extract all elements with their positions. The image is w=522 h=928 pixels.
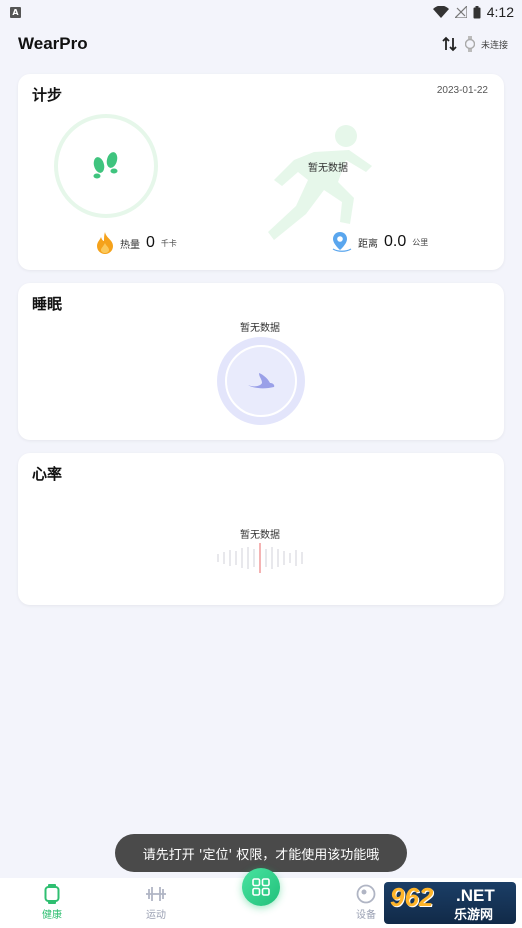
distance-value: 0.0 <box>384 233 407 250</box>
distance-metric: 距离 0.0 公里 <box>332 232 428 252</box>
location-pin-icon <box>332 232 352 252</box>
watermark-suffix: .NET <box>456 886 495 905</box>
runner-icon <box>268 125 372 240</box>
sleep-title: 睡眠 <box>32 295 63 313</box>
steps-card[interactable]: 计步 2023-01-22 暂无数据 热量 0 千卡 距离 0.0 公里 <box>18 74 504 270</box>
apps-icon <box>252 878 270 896</box>
nav-item-health[interactable]: 健康 <box>22 884 82 921</box>
app-notification-icon: A <box>10 6 21 18</box>
steps-no-data: 暂无数据 <box>308 163 348 174</box>
distance-unit: 公里 <box>412 237 429 247</box>
nav-label-sport: 运动 <box>146 910 166 921</box>
calories-metric: 热量 0 千卡 <box>96 232 177 254</box>
sync-icon[interactable] <box>441 36 459 52</box>
watermark-site: 乐游网 <box>454 908 494 923</box>
watch-icon <box>464 36 475 52</box>
sleep-card[interactable]: 睡眠 暂无数据 <box>18 283 504 440</box>
heart-rate-title: 心率 <box>32 465 63 483</box>
nav-item-sport[interactable]: 运动 <box>126 884 186 921</box>
steps-date: 2023-01-22 <box>436 85 488 96</box>
calories-value: 0 <box>146 234 155 251</box>
step-progress-ring <box>54 114 158 218</box>
site-watermark-logo: 962 .NET 乐游网 <box>384 882 516 924</box>
apps-button[interactable] <box>242 868 280 906</box>
connection-status: 未连接 <box>480 40 508 51</box>
watermark-number: 962 <box>390 882 434 912</box>
moon-cloud-icon <box>248 373 275 389</box>
flame-icon <box>97 232 113 254</box>
heart-rate-card[interactable]: 心率 暂无数据 <box>18 453 504 605</box>
footprints-icon <box>93 152 118 179</box>
nav-label-device: 设备 <box>356 910 376 921</box>
device-icon <box>356 884 376 904</box>
calories-label: 热量 <box>120 239 140 251</box>
app-header: WearPro 未连接 <box>0 28 522 60</box>
distance-label: 距离 <box>358 238 378 250</box>
signal-icon <box>454 6 467 18</box>
watch-icon <box>44 884 60 904</box>
steps-title: 计步 <box>32 86 63 104</box>
sleep-no-data: 暂无数据 <box>240 323 280 334</box>
dumbbell-icon <box>146 887 166 901</box>
clock: 4:12 <box>486 4 514 20</box>
toast-message: 请先打开 '定位' 权限，才能使用该功能哦 <box>115 834 407 872</box>
heart-rate-no-data: 暂无数据 <box>240 530 280 541</box>
status-bar: A 4:12 <box>0 0 522 24</box>
heart-wave-icon <box>217 543 303 573</box>
battery-icon <box>473 5 481 18</box>
calories-unit: 千卡 <box>160 238 177 248</box>
sleep-ring <box>217 337 305 425</box>
app-title: WearPro <box>18 34 88 53</box>
wifi-icon <box>432 6 449 18</box>
nav-label-health: 健康 <box>42 910 62 921</box>
